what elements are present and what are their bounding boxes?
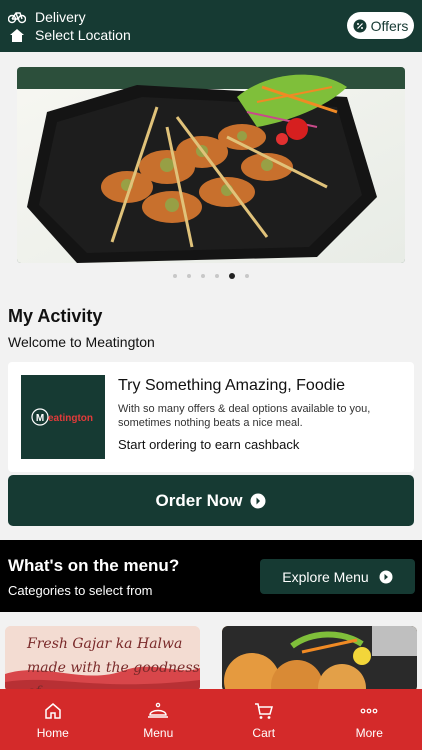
carousel-indicator[interactable] (0, 273, 422, 279)
order-now-label: Order Now (155, 490, 243, 510)
hero-banner[interactable] (17, 67, 405, 263)
meatington-logo: M eatington (21, 375, 105, 459)
cart-icon (253, 700, 275, 722)
top-bar: Delivery Select Location Offers (0, 0, 422, 52)
carousel-dot[interactable] (187, 274, 191, 278)
food-photo (17, 67, 405, 263)
arrow-circle-icon (379, 570, 393, 584)
nav-cart[interactable]: Cart (211, 689, 317, 750)
offers-label: Offers (370, 17, 409, 34)
nav-cart-label: Cart (252, 726, 276, 740)
menu-section-subtitle: Categories to select from (8, 583, 153, 598)
activity-subtitle: Welcome to Meatington (8, 334, 155, 350)
arrow-circle-icon (250, 493, 266, 509)
delivery-label: Delivery (35, 9, 86, 25)
home-icon (42, 700, 64, 722)
brand-logo: M eatington (21, 375, 105, 459)
badge-icon (353, 19, 367, 33)
carousel-dot[interactable] (201, 274, 205, 278)
category-caption-line: made with the goodness of (27, 660, 200, 692)
bottom-nav: Home Menu Cart More (0, 689, 422, 750)
carousel-dot[interactable] (215, 274, 219, 278)
delivery-mode[interactable]: Delivery (8, 9, 86, 25)
promo-body: With so many offers & deal options avail… (118, 403, 371, 429)
nav-more-label: More (355, 726, 383, 740)
bicycle-icon (8, 9, 26, 25)
promo-title: Try Something Amazing, Foodie (118, 377, 346, 394)
category-caption-line: Fresh Gajar ka Halwa (27, 636, 183, 652)
carousel-dot-active[interactable] (229, 273, 235, 279)
order-now-button[interactable]: Order Now (8, 475, 414, 526)
explore-menu-label: Explore Menu (282, 568, 369, 585)
category-image (222, 626, 417, 692)
nav-home-label: Home (36, 726, 69, 740)
carousel-dot[interactable] (245, 274, 249, 278)
promo-cta: Start ordering to earn cashback (118, 437, 300, 452)
activity-title: My Activity (8, 306, 103, 326)
offers-button[interactable]: Offers (347, 12, 414, 39)
location-selector[interactable]: Select Location (8, 27, 131, 43)
menu-section: What's on the menu? Categories to select… (0, 540, 422, 612)
category-card[interactable]: Fresh Gajar ka Halwa made with the goodn… (5, 626, 200, 692)
cloche-icon (147, 700, 169, 722)
carousel-dot[interactable] (173, 274, 177, 278)
category-card[interactable] (222, 626, 417, 692)
category-caption: Fresh Gajar ka Halwa made with the goodn… (27, 632, 200, 692)
nav-menu-label: Menu (143, 726, 174, 740)
nav-menu[interactable]: Menu (106, 689, 212, 750)
more-icon (358, 700, 380, 722)
menu-section-title: What's on the menu? (8, 556, 180, 575)
location-label: Select Location (35, 27, 131, 43)
home-icon (8, 27, 26, 43)
svg-text:M: M (36, 413, 44, 424)
svg-text:eatington: eatington (48, 413, 93, 424)
promo-card[interactable]: M eatington Try Something Amazing, Foodi… (8, 362, 414, 472)
nav-more[interactable]: More (317, 689, 422, 750)
explore-menu-button[interactable]: Explore Menu (260, 559, 415, 594)
nav-home[interactable]: Home (0, 689, 106, 750)
